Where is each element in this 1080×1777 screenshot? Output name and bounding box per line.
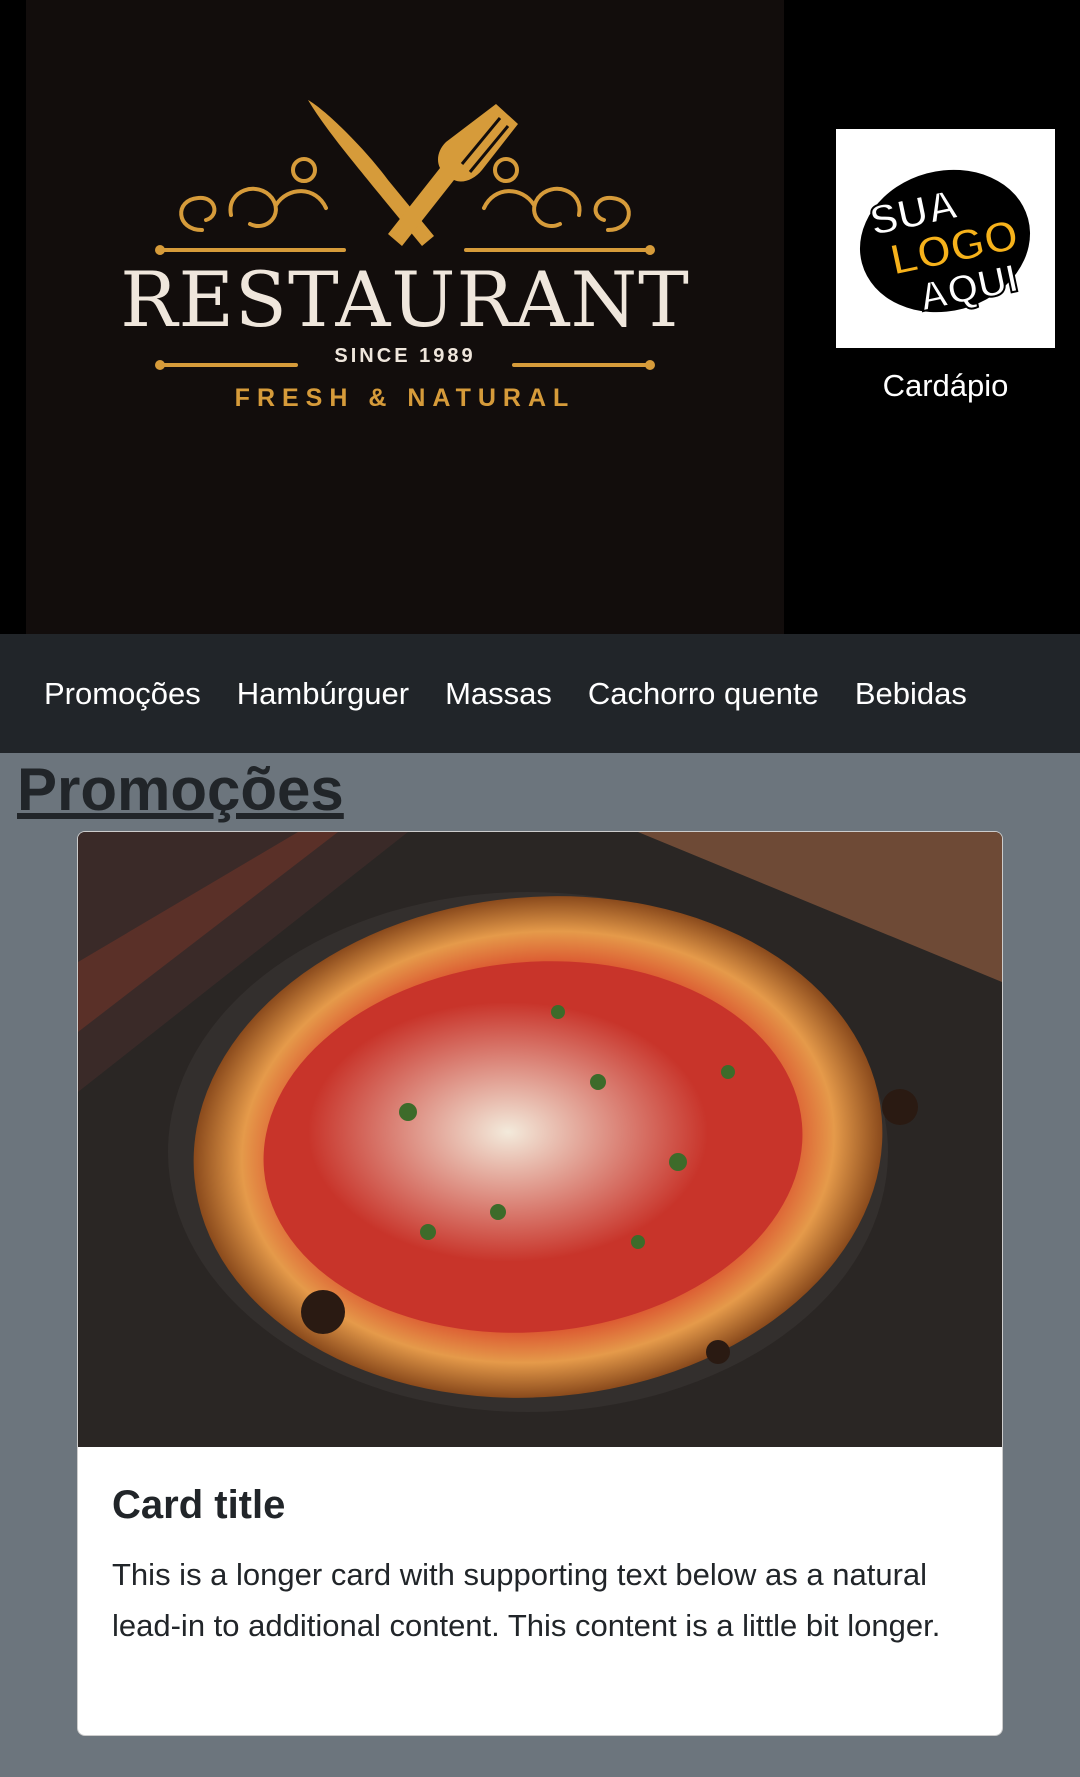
banner-title: RESTAURANT xyxy=(120,255,690,344)
header: RESTAURANT SINCE 1989 FRESH & NATURAL SU… xyxy=(0,0,1080,634)
category-navbar: Promoções Hambúrguer Massas Cachorro que… xyxy=(0,634,1080,753)
nav-item-hamburguer[interactable]: Hambúrguer xyxy=(237,676,409,712)
restaurant-banner: RESTAURANT SINCE 1989 FRESH & NATURAL xyxy=(26,0,784,634)
pizza-photo xyxy=(78,832,1002,1447)
nav-item-bebidas[interactable]: Bebidas xyxy=(855,676,967,712)
banner-tagline: FRESH & NATURAL xyxy=(234,384,576,412)
promo-card[interactable]: Card title This is a longer card with su… xyxy=(77,831,1003,1736)
card-text: This is a longer card with supporting te… xyxy=(112,1557,941,1643)
nav-item-massas[interactable]: Massas xyxy=(445,676,552,712)
banner-since: SINCE 1989 xyxy=(334,345,476,367)
section-title[interactable]: Promoções xyxy=(17,752,344,827)
card-title: Card title xyxy=(112,1483,286,1527)
card-body: Card title This is a longer card with su… xyxy=(78,1447,1002,1651)
menu-label: Cardápio xyxy=(882,368,1009,403)
nav-item-cachorro-quente[interactable]: Cachorro quente xyxy=(588,676,819,712)
nav-item-promocoes[interactable]: Promoções xyxy=(44,676,201,712)
brand-logo[interactable]: SUA LOGO AQUI xyxy=(836,129,1055,348)
